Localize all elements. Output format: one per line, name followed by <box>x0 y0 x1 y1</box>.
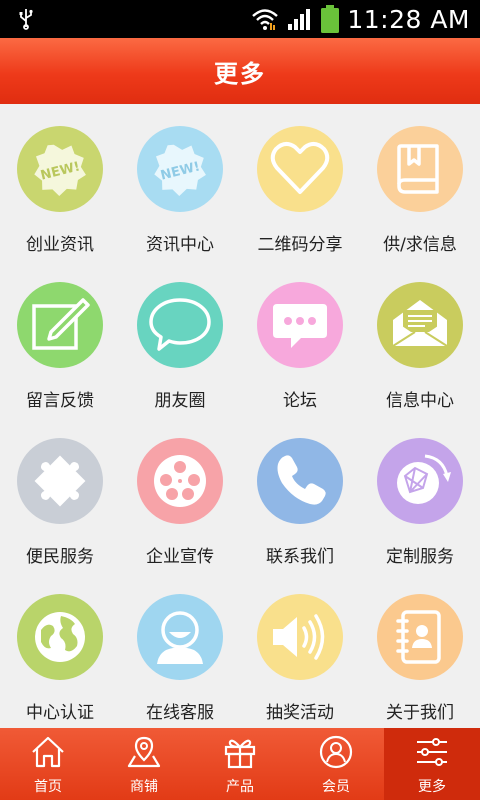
grid-item-label: 关于我们 <box>386 703 454 723</box>
heart-icon <box>257 126 343 212</box>
home-icon <box>32 736 64 768</box>
contacts-book-icon <box>377 594 463 680</box>
grid-item-label: 定制服务 <box>386 547 454 567</box>
edit-note-icon <box>17 282 103 368</box>
tab-label: 商铺 <box>130 779 158 795</box>
grid-item-info-center[interactable]: 信息中心 <box>360 260 480 416</box>
tab-more[interactable]: 更多 <box>384 728 480 800</box>
globe-icon <box>17 594 103 680</box>
battery-icon <box>321 5 340 33</box>
grid-item-certification[interactable]: 中心认证 <box>0 572 120 728</box>
network-globe-icon <box>377 438 463 524</box>
member-icon <box>319 735 353 769</box>
tab-label: 更多 <box>418 779 446 795</box>
grid-item-qr-share[interactable]: 二维码分享 <box>240 104 360 260</box>
grid-item-online-support[interactable]: 在线客服 <box>120 572 240 728</box>
grid-item-label: 朋友圈 <box>154 391 206 411</box>
chat-dots-icon <box>257 282 343 368</box>
film-reel-icon <box>137 438 223 524</box>
bottom-tab-bar: 首页 商铺 产品 会员 更多 <box>0 728 480 800</box>
title-bar: 更多 <box>0 38 480 104</box>
speaker-icon <box>257 594 343 680</box>
new-badge-icon: NEW! <box>137 126 223 212</box>
status-bar: 11:28 AM <box>0 0 480 38</box>
sliders-icon <box>417 738 447 766</box>
usb-icon <box>19 9 33 30</box>
signal-icon <box>288 9 311 30</box>
grid-item-custom-service[interactable]: 定制服务 <box>360 416 480 572</box>
grid-item-label: 便民服务 <box>26 547 94 567</box>
grid-item-label: 二维码分享 <box>257 235 343 255</box>
grid-item-news-center[interactable]: NEW! 资讯中心 <box>120 104 240 260</box>
grid-item-about-us[interactable]: 关于我们 <box>360 572 480 728</box>
tab-products[interactable]: 产品 <box>192 728 288 800</box>
phone-icon <box>257 438 343 524</box>
grid-item-label: 供/求信息 <box>383 235 457 255</box>
tab-label: 首页 <box>34 779 62 795</box>
tab-label: 产品 <box>226 779 254 795</box>
grid-item-forum[interactable]: 论坛 <box>240 260 360 416</box>
puzzle-icon <box>17 438 103 524</box>
grid-item-label: 创业资讯 <box>26 235 94 255</box>
envelope-icon <box>377 282 463 368</box>
grid-item-label: 论坛 <box>283 391 317 411</box>
tab-label: 会员 <box>322 779 350 795</box>
grid-item-feedback[interactable]: 留言反馈 <box>0 260 120 416</box>
grid-item-label: 留言反馈 <box>26 391 94 411</box>
grid-item-company-promo[interactable]: 企业宣传 <box>120 416 240 572</box>
wifi-icon <box>252 9 279 30</box>
map-pin-icon <box>127 736 161 768</box>
grid-item-label: 企业宣传 <box>146 547 214 567</box>
clock: 11:28 AM <box>347 4 470 34</box>
grid-item-label: 资讯中心 <box>146 235 214 255</box>
grid-item-contact-us[interactable]: 联系我们 <box>240 416 360 572</box>
grid-item-label: 在线客服 <box>146 703 214 723</box>
grid-item-label: 联系我们 <box>266 547 334 567</box>
user-icon <box>137 594 223 680</box>
gift-icon <box>224 739 256 769</box>
grid-item-supply-demand[interactable]: 供/求信息 <box>360 104 480 260</box>
grid-item-startup-news[interactable]: NEW! 创业资讯 <box>0 104 120 260</box>
new-badge-icon: NEW! <box>17 126 103 212</box>
tab-members[interactable]: 会员 <box>288 728 384 800</box>
page-title: 更多 <box>214 59 266 88</box>
tab-home[interactable]: 首页 <box>0 728 96 800</box>
feature-grid: NEW! 创业资讯 NEW! 资讯中心 二维码分享 供/求信息 留言反馈 朋友圈… <box>0 104 480 728</box>
grid-item-lottery[interactable]: 抽奖活动 <box>240 572 360 728</box>
grid-item-public-service[interactable]: 便民服务 <box>0 416 120 572</box>
grid-item-label: 抽奖活动 <box>266 703 334 723</box>
grid-item-friends-circle[interactable]: 朋友圈 <box>120 260 240 416</box>
book-icon <box>377 126 463 212</box>
tab-shops[interactable]: 商铺 <box>96 728 192 800</box>
speech-bubble-icon <box>137 282 223 368</box>
grid-item-label: 中心认证 <box>26 703 94 723</box>
grid-item-label: 信息中心 <box>386 391 454 411</box>
